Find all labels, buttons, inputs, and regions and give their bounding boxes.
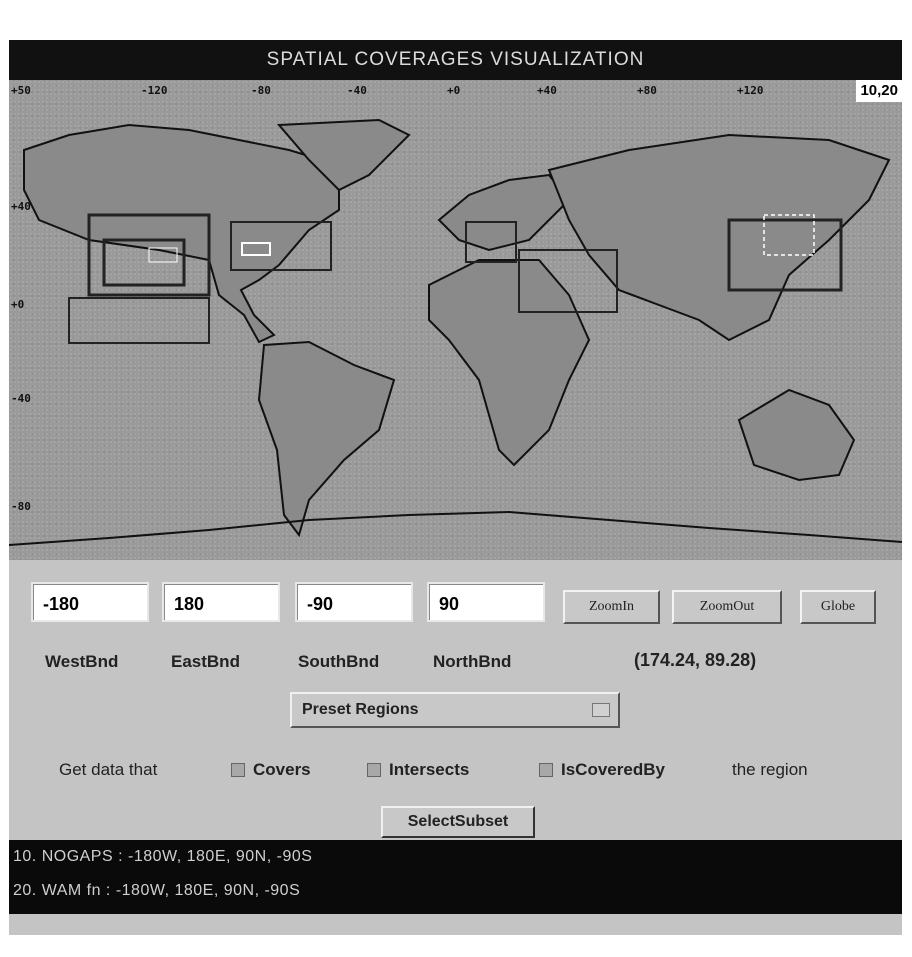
africa-shape (428, 259, 591, 467)
coverage-box (68, 297, 210, 344)
dropdown-indicator-icon (592, 703, 610, 717)
filter-prefix-text: Get data that (59, 760, 158, 779)
is-covered-by-checkbox[interactable] (539, 763, 553, 777)
covers-label: Covers (253, 760, 311, 779)
south-america-shape (257, 340, 396, 538)
intersects-checkbox[interactable] (367, 763, 381, 777)
antarctica-outline (9, 510, 902, 546)
globe-button[interactable]: Globe (800, 590, 876, 624)
world-map[interactable]: +50 -120 -80 -40 +0 +40 +80 +120 +40 +0 … (9, 80, 902, 560)
latitude-tick: -80 (11, 500, 31, 513)
intersects-label: Intersects (389, 760, 470, 779)
north-bound-input[interactable]: 90 (427, 582, 545, 622)
cursor-readout: 10,20 (856, 80, 902, 102)
controls-panel: -180 180 -90 90 ZoomIn ZoomOut Globe Wes… (9, 560, 902, 838)
east-bound-label: EastBnd (171, 652, 240, 671)
app-window: SPATIAL COVERAGES VISUALIZATION +50 -120… (9, 40, 902, 935)
results-list[interactable]: 10. NOGAPS : -180W, 180E, 90N, -90S 20. … (9, 840, 902, 914)
west-bound-input[interactable]: -180 (31, 582, 149, 622)
map-canvas[interactable] (9, 80, 902, 560)
zoom-in-button[interactable]: ZoomIn (563, 590, 660, 624)
south-bound-input[interactable]: -90 (295, 582, 413, 622)
filter-suffix-text: the region (732, 760, 808, 779)
europe-shape (437, 173, 571, 252)
preset-regions-dropdown[interactable]: Preset Regions (290, 692, 620, 728)
north-bound-label: NorthBnd (433, 652, 512, 671)
west-bound-label: WestBnd (45, 652, 119, 671)
longitude-tick: -120 (141, 84, 168, 97)
result-item[interactable]: 10. NOGAPS : -180W, 180E, 90N, -90S (9, 840, 902, 874)
latitude-tick: -40 (11, 392, 31, 405)
south-bound-label: SouthBnd (298, 652, 380, 671)
longitude-tick: +80 (637, 84, 657, 97)
longitude-tick: -80 (251, 84, 271, 97)
longitude-tick: -40 (347, 84, 367, 97)
result-item[interactable]: 20. WAM fn : -180W, 180E, 90N, -90S (9, 874, 902, 908)
north-america-shape (23, 123, 340, 344)
longitude-tick: +40 (537, 84, 557, 97)
preset-regions-label: Preset Regions (302, 701, 419, 718)
australia-shape (737, 388, 856, 482)
longitude-tick: +50 (11, 84, 31, 97)
latitude-tick: +0 (11, 298, 25, 311)
longitude-tick: +120 (737, 84, 764, 97)
is-covered-by-label: IsCoveredBy (561, 760, 665, 779)
latitude-tick: +40 (11, 200, 31, 213)
zoom-out-button[interactable]: ZoomOut (672, 590, 782, 624)
asia-shape (547, 133, 891, 342)
covers-checkbox[interactable] (231, 763, 245, 777)
longitude-tick: +0 (447, 84, 461, 97)
east-bound-input[interactable]: 180 (162, 582, 280, 622)
window-title: SPATIAL COVERAGES VISUALIZATION (9, 40, 902, 80)
coordinates-display: (174.24, 89.28) (634, 650, 757, 670)
select-subset-button[interactable]: SelectSubset (381, 806, 535, 838)
